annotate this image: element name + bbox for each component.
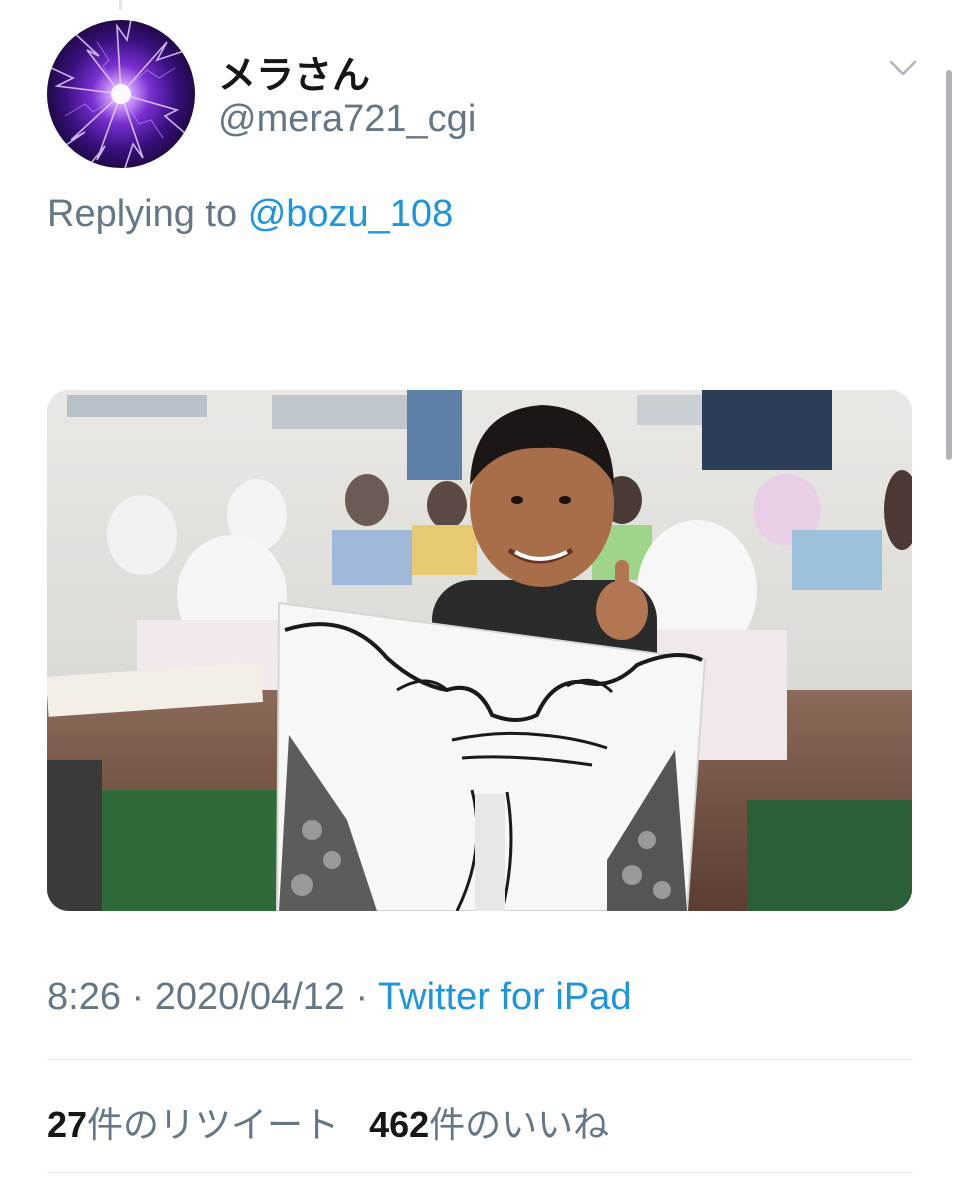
thread-connector-line <box>119 0 122 10</box>
user-avatar[interactable] <box>47 20 195 168</box>
tweet-source-link[interactable]: Twitter for iPad <box>378 976 631 1018</box>
tweet-timestamp-line: 8:26 · 2020/04/12 · Twitter for iPad <box>47 976 631 1019</box>
user-handle[interactable]: @mera721_cgi <box>218 98 476 141</box>
likes-label: 件のいいね <box>429 1104 610 1145</box>
separator: · <box>120 976 155 1018</box>
tweet-stats: 27件のリツイート 462件のいいね <box>47 1096 629 1148</box>
divider <box>47 1172 913 1173</box>
tweet-photo[interactable] <box>47 390 912 911</box>
chevron-down-icon[interactable] <box>888 56 918 80</box>
tweet-date[interactable]: 2020/04/12 <box>155 976 345 1018</box>
separator: · <box>344 976 379 1018</box>
retweets-label: 件のリツイート <box>87 1104 340 1145</box>
photo-child-holding-drawing-icon <box>47 390 912 911</box>
replying-to: Replying to @bozu_108 <box>47 193 453 236</box>
lightning-avatar-icon <box>47 20 194 168</box>
replying-to-label: Replying to <box>47 193 238 235</box>
scrollbar[interactable] <box>946 70 952 460</box>
likes-stat[interactable]: 462件のいいね <box>369 1104 609 1145</box>
tweet-time[interactable]: 8:26 <box>47 976 121 1018</box>
retweets-stat[interactable]: 27件のリツイート <box>47 1104 339 1145</box>
reply-to-handle-link[interactable]: @bozu_108 <box>248 193 454 235</box>
divider <box>47 1059 913 1060</box>
likes-count: 462 <box>369 1104 430 1145</box>
retweets-count: 27 <box>47 1104 88 1145</box>
display-name[interactable]: メラさん <box>218 44 370 99</box>
